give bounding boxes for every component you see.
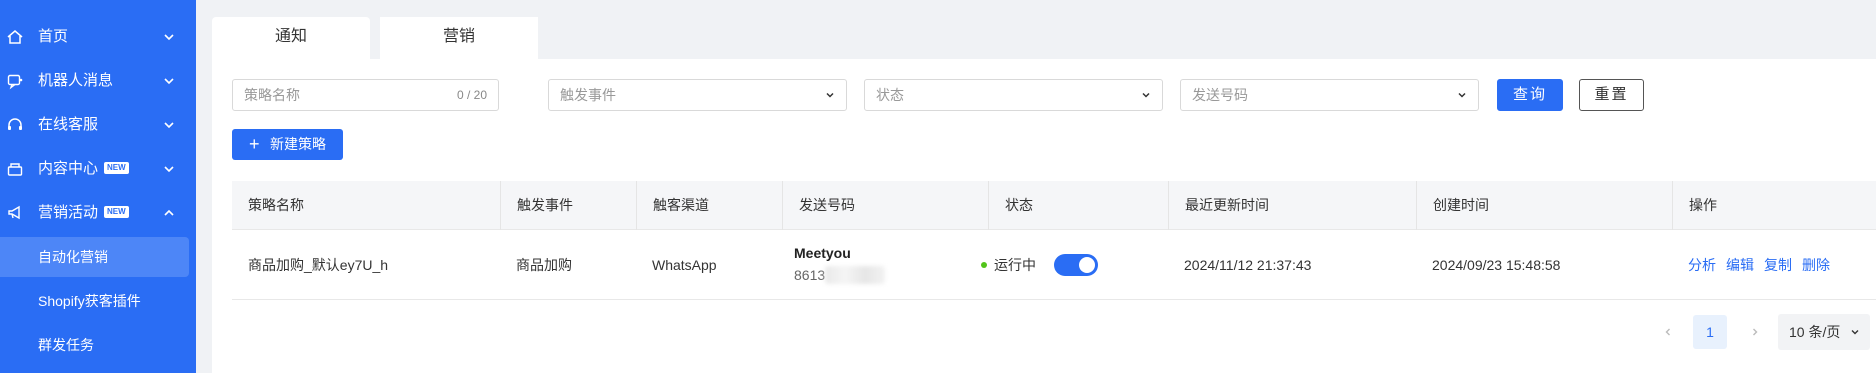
strategy-name-input[interactable]: 策略名称 0 / 20 xyxy=(232,79,499,111)
sender-name: Meetyou xyxy=(794,245,851,261)
sidebar: 首页 机器人消息 在线客服 内容中心 NEW 营销活动 NEW 自动化营销 Shop… xyxy=(0,0,196,373)
status-toggle[interactable] xyxy=(1054,254,1098,276)
strategy-name-placeholder: 策略名称 xyxy=(244,87,300,103)
sidebar-item-content-center[interactable]: 内容中心 NEW xyxy=(0,147,196,191)
channel-cell: WhatsApp xyxy=(652,257,717,273)
toggle-knob xyxy=(1079,257,1095,273)
status-select[interactable]: 状态 xyxy=(864,79,1163,111)
column-header: 创建时间 xyxy=(1416,181,1489,230)
sidebar-item-label: 营销活动 NEW xyxy=(38,191,129,235)
sidebar-item-marketing[interactable]: 营销活动 NEW xyxy=(0,191,196,235)
char-count: 0 / 20 xyxy=(456,88,487,102)
tab-marketing[interactable]: 营销 xyxy=(380,17,538,59)
trigger-event-cell: 商品加购 xyxy=(516,257,572,273)
page-number-current[interactable]: 1 xyxy=(1693,315,1727,349)
content-area: 策略名称 0 / 20 触发事件 状态 发送号码 查询 重置 + 新建策略 策略… xyxy=(212,59,1876,373)
robot-message-icon xyxy=(7,74,23,90)
strategy-name-cell: 商品加购_默认ey7U_h xyxy=(248,257,389,273)
sidebar-item-label: 内容中心 NEW xyxy=(38,147,129,191)
analyze-link[interactable]: 分析 xyxy=(1688,230,1716,300)
copy-link[interactable]: 复制 xyxy=(1764,230,1792,300)
sidebar-subitem-shopify-plugin[interactable]: Shopify获客插件 xyxy=(0,281,196,321)
column-header: 发送号码 xyxy=(782,181,855,230)
chevron-down-icon xyxy=(164,166,174,173)
sidebar-item-online-service[interactable]: 在线客服 xyxy=(0,103,196,147)
table-row: 商品加购_默认ey7U_h 商品加购 WhatsApp Meetyou 8613… xyxy=(232,230,1876,300)
trigger-event-placeholder: 触发事件 xyxy=(560,87,616,103)
edit-link[interactable]: 编辑 xyxy=(1726,230,1754,300)
sidebar-item-home[interactable]: 首页 xyxy=(0,15,196,59)
status-text: 运行中 xyxy=(994,257,1036,273)
page-size-label: 10 条/页 xyxy=(1789,324,1841,340)
sidebar-item-label: 在线客服 xyxy=(38,116,99,133)
prev-page-button[interactable] xyxy=(1653,316,1683,348)
new-strategy-button[interactable]: + 新建策略 xyxy=(232,129,343,160)
updated-time-cell: 2024/11/12 21:37:43 xyxy=(1184,257,1312,273)
status-dot xyxy=(981,262,987,268)
new-strategy-label: 新建策略 xyxy=(270,136,326,152)
delete-link[interactable]: 删除 xyxy=(1802,230,1830,300)
chevron-right-icon xyxy=(1753,328,1758,336)
sidebar-subitem-automation-marketing[interactable]: 自动化营销 xyxy=(0,237,189,277)
new-badge: NEW xyxy=(104,162,129,175)
trigger-event-select[interactable]: 触发事件 xyxy=(548,79,847,111)
plus-icon: + xyxy=(249,134,260,154)
chevron-left-icon xyxy=(1665,328,1670,336)
status-placeholder: 状态 xyxy=(876,87,904,103)
redacted-number-blur xyxy=(825,266,885,284)
created-time-cell: 2024/09/23 15:48:58 xyxy=(1432,257,1561,273)
chevron-down-icon xyxy=(164,78,174,85)
sidebar-item-label: 首页 xyxy=(38,28,69,45)
column-header: 最近更新时间 xyxy=(1168,181,1269,230)
megaphone-icon xyxy=(8,205,20,220)
column-header: 触客渠道 xyxy=(636,181,709,230)
sidebar-item-label: 机器人消息 xyxy=(38,72,114,89)
chevron-down-icon xyxy=(826,92,834,98)
column-header: 触发事件 xyxy=(500,181,573,230)
home-icon xyxy=(7,30,23,44)
column-header: 状态 xyxy=(988,181,1033,230)
chevron-down-icon xyxy=(1458,92,1466,98)
sender-number: 8613 xyxy=(794,267,826,283)
sender-number-placeholder: 发送号码 xyxy=(1192,87,1248,103)
query-button[interactable]: 查询 xyxy=(1497,79,1563,111)
main-panel: 通知 营销 策略名称 0 / 20 触发事件 状态 发送号码 查询 重置 + 新… xyxy=(212,0,1876,373)
reset-button[interactable]: 重置 xyxy=(1579,79,1644,111)
sender-number-select[interactable]: 发送号码 xyxy=(1180,79,1479,111)
headset-icon xyxy=(8,118,22,130)
chevron-down-icon xyxy=(164,122,174,129)
page-size-select[interactable]: 10 条/页 xyxy=(1778,314,1870,350)
column-header: 策略名称 xyxy=(248,197,304,213)
chevron-down-icon xyxy=(164,34,174,41)
chevron-down-icon xyxy=(1142,92,1150,98)
chevron-up-icon xyxy=(164,209,174,216)
table-header: 策略名称 触发事件 触客渠道 发送号码 状态 最近更新时间 创建时间 操作 xyxy=(232,181,1876,230)
tab-notification[interactable]: 通知 xyxy=(212,17,370,59)
chevron-down-icon xyxy=(1851,330,1859,335)
column-header: 操作 xyxy=(1672,181,1717,230)
next-page-button[interactable] xyxy=(1740,316,1770,348)
content-icon xyxy=(7,163,23,176)
sidebar-subitem-mass-send[interactable]: 群发任务 xyxy=(0,325,196,365)
sidebar-item-robot-message[interactable]: 机器人消息 xyxy=(0,59,196,103)
new-badge: NEW xyxy=(104,206,129,219)
